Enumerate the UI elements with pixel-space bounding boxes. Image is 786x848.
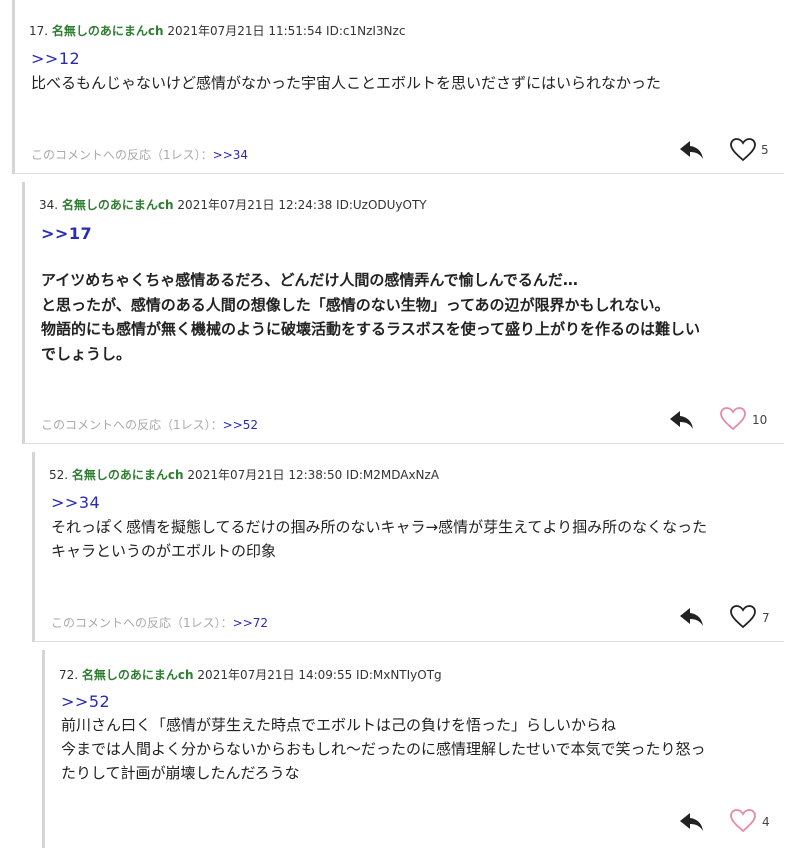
poster-id: ID:c1NzI3Nzc (326, 24, 406, 38)
heart-outline-pink-icon (720, 407, 746, 431)
poster-id: ID:UzODUyOTY (336, 198, 427, 212)
like-count: 4 (762, 815, 770, 829)
poster-id: ID:M2MDAxNzA (346, 468, 440, 482)
comment-header: 34. 名無しのあにまんch 2021年07月21日 12:24:38 ID:U… (39, 196, 427, 213)
comment-body: アイツめちゃくちゃ感情あるだろ、どんだけ人間の感情弄んで愉しんでるんだ… と思っ… (41, 268, 700, 366)
reply-arrow-icon (670, 411, 693, 429)
post-datetime: 2021年07月21日 11:51:54 (167, 24, 323, 38)
like-button[interactable] (729, 808, 757, 834)
comment-52: 52. 名無しのあにまんch 2021年07月21日 12:38:50 ID:M… (32, 452, 784, 642)
poster-name: 名無しのあにまんch (81, 668, 194, 682)
reaction-summary: このコメントへの反応（1レス）：>>52 (41, 416, 258, 433)
comment-line: キャラというのがエボルトの印象 (51, 542, 277, 560)
post-datetime: 2021年07月21日 12:38:50 (187, 468, 343, 482)
like-button[interactable] (729, 604, 757, 630)
comment-number: 72. (59, 668, 79, 682)
reply-anchor-link[interactable]: >>34 (51, 493, 100, 512)
reply-button[interactable] (668, 408, 696, 432)
poster-name: 名無しのあにまんch (61, 198, 174, 212)
comment-line: と思ったが、感情のある人間の想像した「感情のない生物」ってあの辺が限界かもしれな… (41, 295, 670, 314)
comment-number: 52. (49, 468, 69, 482)
comment-header: 72. 名無しのあにまんch 2021年07月21日 14:09:55 ID:M… (59, 666, 442, 683)
reply-button[interactable] (678, 605, 706, 629)
reaction-link[interactable]: >>52 (223, 418, 258, 432)
comment-number: 34. (39, 198, 59, 212)
reply-arrow-icon (680, 141, 703, 159)
heart-outline-dark-icon (730, 605, 756, 629)
like-count: 10 (752, 413, 768, 427)
comment-line: 物語的にも感情が無く機械のように破壊活動をするラスボスを使って盛り上がりを作るの… (41, 320, 700, 338)
reply-arrow-icon (680, 608, 703, 626)
comment-line: アイツめちゃくちゃ感情あるだろ、どんだけ人間の感情弄んで愉しんでるんだ… (41, 271, 578, 289)
post-datetime: 2021年07月21日 12:24:38 (177, 198, 333, 212)
post-datetime: 2021年07月21日 14:09:55 (197, 668, 353, 682)
reaction-summary: このコメントへの反応（1レス）：>>72 (51, 614, 268, 631)
comment-line: それっぽく感情を擬態してるだけの掴み所のないキャラ→感情が芽生えてより掴み所のな… (51, 518, 708, 536)
comment-body: 比べるもんじゃないけど感情がなかった宇宙人ことエボルトを思いださずにはいられなか… (31, 71, 661, 95)
reaction-label: このコメントへの反応（1レス）： (41, 418, 223, 432)
heart-outline-dark-icon (730, 138, 756, 162)
comment-header: 17. 名無しのあにまんch 2021年07月21日 11:51:54 ID:c… (29, 22, 405, 39)
reaction-summary: このコメントへの反応（1レス）：>>34 (31, 146, 248, 163)
comment-body: それっぽく感情を擬態してるだけの掴み所のないキャラ→感情が芽生えてより掴み所のな… (51, 515, 707, 563)
comment-34: 34. 名無しのあにまんch 2021年07月21日 12:24:38 ID:U… (22, 182, 784, 444)
reply-anchor-link[interactable]: >>52 (61, 692, 110, 711)
like-button[interactable] (719, 406, 747, 432)
poster-name: 名無しのあにまんch (71, 468, 184, 482)
reply-anchor-link[interactable]: >>17 (41, 224, 92, 243)
comment-17: 17. 名無しのあにまんch 2021年07月21日 11:51:54 ID:c… (12, 0, 784, 174)
like-count: 5 (761, 143, 769, 157)
reply-button[interactable] (678, 810, 706, 834)
comment-header: 52. 名無しのあにまんch 2021年07月21日 12:38:50 ID:M… (49, 466, 439, 483)
comment-body: 前川さん曰く「感情が芽生えた時点でエボルトは己の負けを悟った」らしいからね 今ま… (61, 713, 706, 785)
like-button[interactable] (729, 137, 757, 163)
comment-line: 今までは人間よく分からないからおもしれ～だったのに感情理解したせいで本気で笑った… (61, 740, 706, 758)
poster-name: 名無しのあにまんch (51, 24, 164, 38)
comment-number: 17. (29, 24, 49, 38)
reaction-label: このコメントへの反応（1レス）： (31, 148, 213, 162)
reply-button[interactable] (678, 138, 706, 162)
reaction-link[interactable]: >>34 (213, 148, 248, 162)
reply-anchor-link[interactable]: >>12 (31, 49, 80, 68)
comment-line: 前川さん曰く「感情が芽生えた時点でエボルトは己の負けを悟った」らしいからね (61, 716, 617, 734)
like-count: 7 (762, 611, 770, 625)
reaction-label: このコメントへの反応（1レス）： (51, 616, 233, 630)
comment-line: たりして計画が崩壊したんだろうな (61, 764, 300, 782)
comment-line: でしょうし。 (41, 344, 132, 363)
reply-arrow-icon (680, 813, 703, 831)
poster-id: ID:MxNTIyOTg (356, 668, 442, 682)
heart-outline-pink-icon (730, 809, 756, 833)
reaction-link[interactable]: >>72 (233, 616, 268, 630)
comment-line: 比べるもんじゃないけど感情がなかった宇宙人ことエボルトを思いださずにはいられなか… (31, 74, 662, 92)
comment-72: 72. 名無しのあにまんch 2021年07月21日 14:09:55 ID:M… (42, 650, 784, 848)
